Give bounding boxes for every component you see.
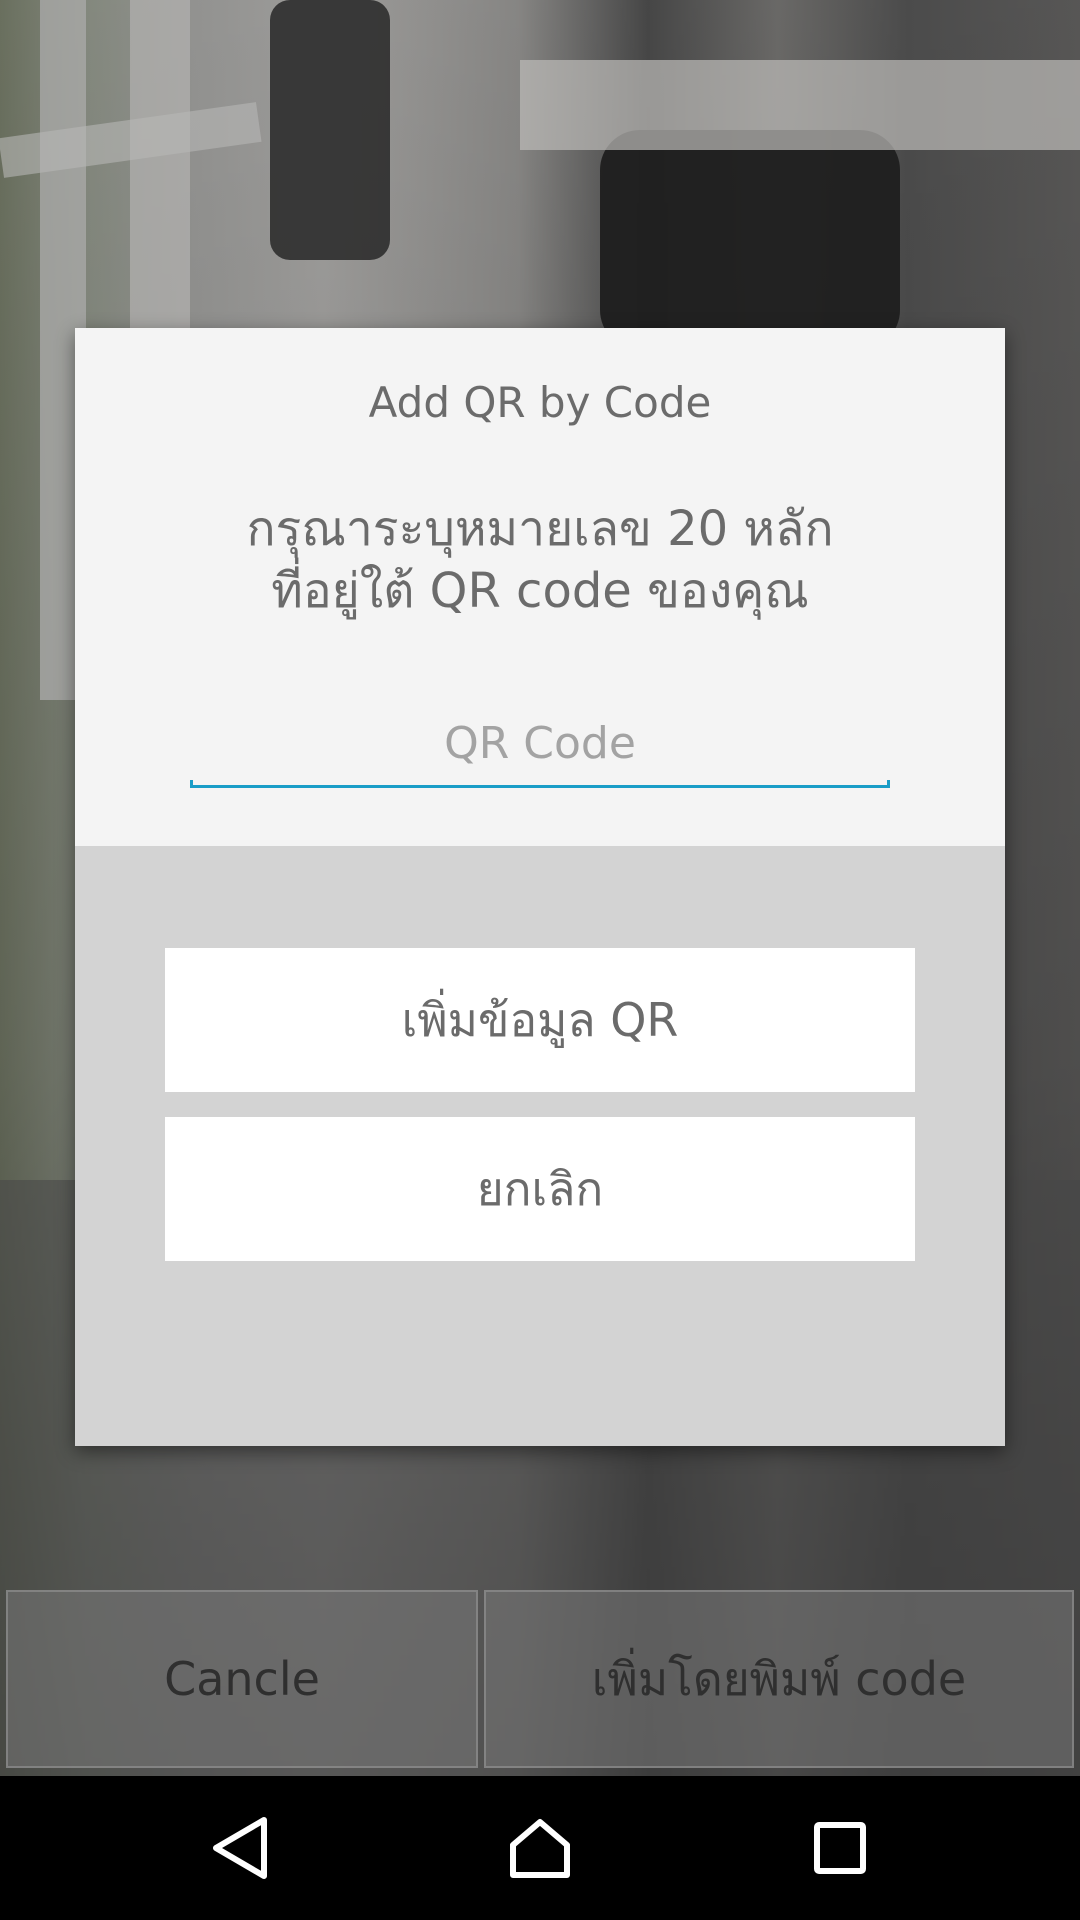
home-icon[interactable] (490, 1798, 590, 1898)
background-chair (600, 130, 900, 350)
dialog-message-line: ที่อยู่ใต้ QR code ของคุณ (271, 563, 809, 619)
qr-code-input-underline (190, 780, 890, 788)
recents-icon (814, 1822, 866, 1874)
cancel-dialog-button[interactable]: ยกเลิก (165, 1117, 915, 1261)
bottom-action-bar: Cancle เพิ่มโดยพิมพ์ code (0, 1590, 1080, 1770)
add-by-typing-code-button[interactable]: เพิ่มโดยพิมพ์ code (484, 1590, 1074, 1768)
background-chair (270, 0, 390, 260)
add-qr-button[interactable]: เพิ่มข้อมูล QR (165, 948, 915, 1092)
back-icon (213, 1817, 267, 1879)
cancel-button[interactable]: Cancle (6, 1590, 478, 1768)
system-navigation-bar (0, 1776, 1080, 1920)
back-triangle-icon[interactable] (190, 1798, 290, 1898)
screen: Add QR by Code กรุณาระบุหมายเลข 20 หลัก … (0, 0, 1080, 1920)
add-qr-dialog: Add QR by Code กรุณาระบุหมายเลข 20 หลัก … (75, 328, 1005, 1446)
qr-code-input[interactable] (190, 708, 890, 778)
qr-code-field (190, 708, 890, 788)
dialog-content-area: Add QR by Code กรุณาระบุหมายเลข 20 หลัก … (75, 328, 1005, 846)
home-house-icon (510, 1819, 570, 1878)
recents-square-icon[interactable] (790, 1798, 890, 1898)
background-table (520, 60, 1080, 150)
dialog-message-line: กรุณาระบุหมายเลข 20 หลัก (246, 501, 834, 557)
dialog-title: Add QR by Code (368, 378, 712, 427)
dialog-message: กรุณาระบุหมายเลข 20 หลัก ที่อยู่ใต้ QR c… (75, 498, 1005, 622)
